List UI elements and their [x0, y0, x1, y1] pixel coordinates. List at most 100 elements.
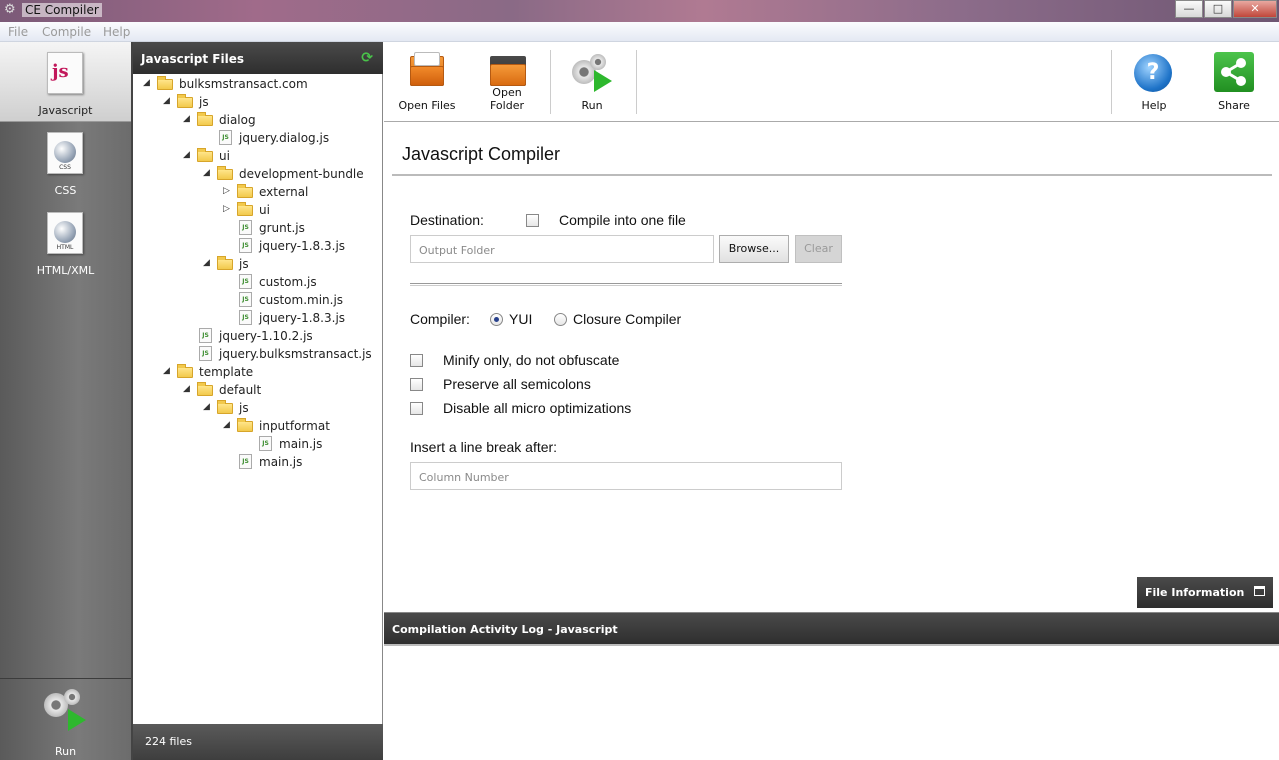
nav-run-label: Run [54, 745, 77, 758]
js-file-icon: JS [259, 436, 272, 451]
minify-only-label: Minify only, do not obfuscate [443, 352, 620, 368]
nav-run-button[interactable]: Run [0, 678, 131, 760]
share-icon [1214, 52, 1254, 92]
destination-label: Destination: [410, 212, 484, 228]
compiler-label: Compiler: [410, 311, 470, 327]
expanded-arrow-icon[interactable]: ◢ [183, 384, 193, 394]
window-title: CE Compiler [22, 3, 102, 17]
open-folder-label: Open Folder [490, 86, 524, 112]
yui-label: YUI [509, 311, 533, 327]
folder-icon [237, 202, 253, 216]
section-divider [410, 283, 842, 286]
close-button[interactable]: ✕ [1233, 0, 1277, 18]
files-panel-header: Javascript Files ⟳ [133, 42, 383, 74]
collapsed-arrow-icon[interactable]: ▷ [223, 186, 233, 196]
folder-icon [177, 364, 193, 378]
menu-help[interactable]: Help [103, 25, 130, 39]
tree-item-label: main.js [259, 455, 303, 469]
tree-item-label: external [259, 185, 309, 199]
file-count: 224 files [145, 735, 192, 748]
compiler-panel: Javascript Compiler Destination: Compile… [384, 122, 1279, 612]
nav-item-css[interactable]: CSS CSS [0, 122, 131, 202]
output-folder-input[interactable]: Output Folder [410, 235, 714, 263]
linebreak-label: Insert a line break after: [410, 439, 558, 455]
open-files-button[interactable]: Open Files [398, 42, 456, 122]
expanded-arrow-icon[interactable]: ◢ [143, 78, 153, 88]
tree-item-label: jquery-1.8.3.js [259, 239, 346, 253]
column-number-input[interactable]: Column Number [410, 462, 842, 490]
menu-file[interactable]: File [8, 25, 28, 39]
nav-item-html[interactable]: HTML HTML/XML [0, 202, 131, 282]
expanded-arrow-icon[interactable]: ◢ [163, 366, 173, 376]
preserve-semicolons-label: Preserve all semicolons [443, 376, 591, 392]
tree-item-label: jquery.bulksmstransact.js [219, 347, 372, 361]
expanded-arrow-icon[interactable]: ◢ [203, 168, 213, 178]
tree-item-label: custom.min.js [259, 293, 344, 307]
expanded-arrow-icon[interactable]: ◢ [203, 402, 213, 412]
folder-icon [197, 382, 213, 396]
tree-item-label: template [199, 365, 254, 379]
share-label: Share [1218, 99, 1250, 112]
toolbar: Open Files Open Folder Run ? Help Share [384, 42, 1279, 122]
title-divider [392, 174, 1272, 176]
preserve-semicolons-checkbox[interactable] [410, 378, 423, 391]
help-button[interactable]: ? Help [1126, 42, 1182, 122]
browse-button[interactable]: Browse... [719, 235, 789, 263]
tree-item-label: inputformat [259, 419, 330, 433]
folder-icon [217, 400, 233, 414]
share-button[interactable]: Share [1206, 42, 1262, 122]
menu-compile[interactable]: Compile [42, 25, 91, 39]
toolbar-separator [550, 50, 551, 114]
tree-item-label: bulksmstransact.com [179, 77, 308, 91]
tree-item-label: grunt.js [259, 221, 305, 235]
minimize-button[interactable]: — [1175, 0, 1203, 18]
expanded-arrow-icon[interactable]: ◢ [163, 96, 173, 106]
nav-label: CSS [54, 184, 77, 197]
minify-only-checkbox[interactable] [410, 354, 423, 367]
files-panel-title: Javascript Files [141, 52, 244, 66]
maximize-icon[interactable] [1254, 586, 1265, 596]
disable-micro-opt-checkbox[interactable] [410, 402, 423, 415]
js-file-icon: JS [219, 130, 232, 145]
collapsed-arrow-icon[interactable]: ▷ [223, 204, 233, 214]
js-file-icon: JS [239, 310, 252, 325]
run-label: Run [581, 99, 603, 112]
tree-item-label: development-bundle [239, 167, 364, 181]
compile-one-label: Compile into one file [559, 212, 686, 228]
log-title: Compilation Activity Log - Javascript [392, 623, 618, 636]
open-folder-button[interactable]: Open Folder [476, 42, 538, 122]
folder-icon [157, 76, 173, 90]
js-file-icon: JS [239, 274, 252, 289]
tree-item-label: main.js [279, 437, 323, 451]
closure-radio[interactable] [554, 313, 567, 326]
help-label: Help [1141, 99, 1167, 112]
js-file-icon: JS [239, 238, 252, 253]
folder-icon [217, 256, 233, 270]
tree-item-label: jquery-1.10.2.js [219, 329, 313, 343]
folder-icon [197, 112, 213, 126]
run-button[interactable]: Run [566, 42, 618, 122]
title-bar: ⚙ CE Compiler — □ ✕ [0, 0, 1279, 22]
expanded-arrow-icon[interactable]: ◢ [223, 420, 233, 430]
maximize-button[interactable]: □ [1204, 0, 1232, 18]
refresh-icon[interactable]: ⟳ [361, 50, 373, 66]
tree-item-label: js [199, 95, 209, 109]
yui-radio[interactable] [490, 313, 503, 326]
tree-item-label: jquery-1.8.3.js [259, 311, 346, 325]
tree-item-label: dialog [219, 113, 256, 127]
tree-item-label: default [219, 383, 262, 397]
nav-item-javascript[interactable]: js Javascript [0, 42, 131, 122]
folder-icon [237, 184, 253, 198]
expanded-arrow-icon[interactable]: ◢ [183, 114, 193, 124]
compile-one-checkbox[interactable] [526, 214, 539, 227]
file-information-tab[interactable]: File Information [1137, 577, 1273, 608]
folder-icon [217, 166, 233, 180]
clear-button[interactable]: Clear [795, 235, 842, 263]
closure-label: Closure Compiler [573, 311, 682, 327]
expanded-arrow-icon[interactable]: ◢ [183, 150, 193, 160]
js-file-icon: JS [239, 454, 252, 469]
expanded-arrow-icon[interactable]: ◢ [203, 258, 213, 268]
js-file-icon: JS [199, 328, 212, 343]
page-title: Javascript Compiler [402, 144, 561, 164]
nav-label: Javascript [38, 104, 93, 117]
